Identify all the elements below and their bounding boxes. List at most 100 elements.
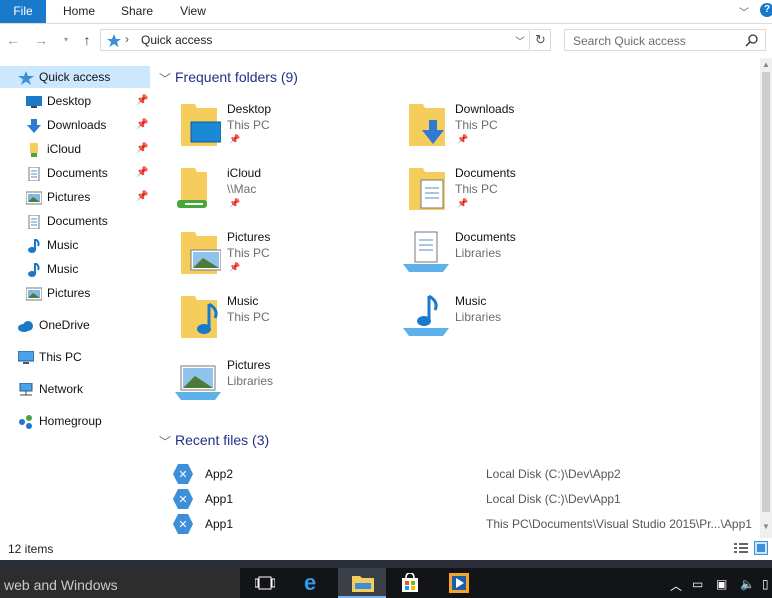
ribbon-expand-chevron-icon[interactable]: ﹀ (739, 4, 749, 19)
library-tile-music[interactable]: Music Libraries (403, 294, 623, 356)
sidebar-item-downloads[interactable]: Downloads 📌 (0, 114, 150, 136)
volume-icon[interactable]: 🔈 (740, 577, 755, 591)
downloads-folder-icon (409, 104, 445, 146)
sidebar-item-homegroup[interactable]: Homegroup (0, 410, 150, 432)
network-status-icon[interactable]: ▣ (716, 577, 727, 591)
folder-tile-pictures[interactable]: Pictures This PC 📌 (175, 230, 395, 292)
pictures-library-icon (175, 365, 221, 400)
sidebar-item-label: Documents (47, 214, 108, 228)
forward-arrow-icon[interactable]: → (33, 31, 49, 49)
recent-file-row[interactable]: ✕ App2 Local Disk (C:)\Dev\App2 (170, 463, 760, 487)
sidebar-item-pictures[interactable]: Pictures 📌 (0, 186, 150, 208)
tab-view[interactable]: View (170, 0, 216, 23)
breadcrumb-location: Quick access (141, 33, 213, 47)
frequent-folders-header[interactable]: Frequent folders (9) (175, 69, 298, 85)
sidebar-item-network[interactable]: Network (0, 378, 150, 400)
item-count: 12 items (8, 542, 54, 556)
folder-location: This PC (455, 182, 498, 196)
address-dropdown-chevron-icon[interactable]: ﹀ (515, 33, 525, 48)
sidebar-item-label: This PC (39, 350, 82, 364)
recent-file-path: Local Disk (C:)\Dev\App1 (486, 492, 621, 506)
show-hidden-icons-chevron-icon[interactable]: ︿ (670, 577, 682, 594)
pin-icon: 📌 (229, 262, 241, 272)
media-player-icon[interactable] (434, 568, 482, 598)
sidebar-item-label: iCloud (47, 142, 82, 156)
recent-file-path: This PC\Documents\Visual Studio 2015\Pr.… (486, 517, 752, 531)
folder-location: This PC (227, 310, 270, 324)
folder-tile-downloads[interactable]: Downloads This PC 📌 (403, 102, 623, 164)
sidebar-item-this-pc[interactable]: This PC (0, 346, 150, 368)
scroll-down-arrow-icon[interactable]: ▼ (762, 522, 770, 531)
edge-browser-icon[interactable]: e (290, 568, 338, 598)
sidebar-item-onedrive[interactable]: OneDrive (0, 314, 150, 336)
tab-home[interactable]: Home (54, 0, 104, 23)
taskbar-top-edge (0, 560, 772, 568)
recent-file-name: App1 (205, 492, 234, 506)
sidebar-item-label: OneDrive (39, 318, 90, 332)
folder-location: Libraries (227, 374, 274, 388)
library-tile-documents[interactable]: Documents Libraries (403, 230, 623, 292)
documents-library-icon (403, 231, 449, 272)
sidebar-item-label: Pictures (47, 286, 91, 300)
svg-text:✕: ✕ (178, 469, 187, 481)
cortana-search-box[interactable]: web and Windows (0, 568, 240, 598)
svg-text:✕: ✕ (178, 494, 187, 506)
scroll-thumb[interactable] (762, 72, 770, 512)
folder-location: This PC (227, 246, 270, 260)
folder-tile-music[interactable]: Music This PC (175, 294, 395, 356)
task-view-icon[interactable] (240, 568, 288, 598)
scroll-up-arrow-icon[interactable]: ▲ (762, 60, 770, 69)
folder-name: Desktop (227, 102, 272, 116)
sidebar-item-music[interactable]: Music (0, 234, 150, 256)
action-center-icon[interactable]: ▯ (762, 577, 769, 591)
sidebar-item-documents[interactable]: Documents 📌 (0, 162, 150, 184)
pin-icon: 📌 (136, 167, 149, 178)
folder-tile-icloud[interactable]: iCloud \\Mac 📌 (175, 166, 395, 228)
sidebar-item-label: Homegroup (39, 414, 102, 428)
folder-location: \\Mac (227, 182, 257, 196)
back-arrow-icon[interactable]: ← (5, 31, 21, 49)
folder-name: Documents (455, 230, 516, 244)
battery-icon[interactable]: ▭ (692, 577, 703, 591)
refresh-icon[interactable]: ↻ (531, 29, 551, 51)
details-view-icon[interactable] (734, 542, 748, 554)
collapse-chevron-icon[interactable]: ﹀ (159, 433, 171, 450)
pin-icon: 📌 (136, 95, 149, 106)
sidebar-item-label: Documents (47, 166, 108, 180)
pictures-folder-icon (181, 232, 221, 274)
sidebar-item-quick-access[interactable]: Quick access (0, 66, 150, 88)
sidebar-item-documents-library[interactable]: Documents (0, 210, 150, 232)
navigation-pane: Quick access Desktop 📌 Downloads 📌 iClou… (0, 58, 150, 538)
tab-share[interactable]: Share (113, 0, 161, 23)
star-icon (18, 70, 34, 85)
sidebar-item-music-library[interactable]: Music (0, 258, 150, 280)
recent-files-header[interactable]: Recent files (3) (175, 432, 269, 448)
file-explorer-taskbar-icon[interactable] (338, 568, 386, 598)
pin-icon: 📌 (136, 143, 149, 154)
folder-tile-desktop[interactable]: Desktop This PC 📌 (175, 102, 395, 164)
pin-icon: 📌 (229, 198, 241, 208)
music-library-icon (403, 294, 449, 336)
tab-file[interactable]: File (0, 0, 46, 23)
recent-file-row[interactable]: ✕ App1 This PC\Documents\Visual Studio 2… (170, 513, 760, 537)
large-icons-view-icon[interactable] (754, 541, 768, 555)
sidebar-item-pictures-library[interactable]: Pictures (0, 282, 150, 304)
address-bar[interactable]: › Quick access ﹀ (100, 29, 530, 51)
xamarin-app-icon: ✕ (173, 489, 193, 509)
sidebar-item-desktop[interactable]: Desktop 📌 (0, 90, 150, 112)
recent-locations-chevron-icon[interactable]: ▾ (58, 31, 74, 49)
help-icon[interactable]: ? (760, 3, 772, 17)
collapse-chevron-icon[interactable]: ﹀ (159, 70, 171, 87)
up-arrow-icon[interactable]: ↑ (79, 31, 95, 49)
folder-location: Libraries (455, 246, 502, 260)
navigation-bar: ← → ▾ ↑ › Quick access ﹀ ↻ Search Quick … (0, 25, 772, 56)
search-input[interactable]: Search Quick access (564, 29, 766, 51)
store-icon[interactable] (386, 568, 434, 598)
recent-file-row[interactable]: ✕ App1 Local Disk (C:)\Dev\App1 (170, 488, 760, 512)
vertical-scrollbar[interactable]: ▲ ▼ (760, 58, 772, 538)
sidebar-item-icloud[interactable]: iCloud 📌 (0, 138, 150, 160)
library-tile-pictures[interactable]: Pictures Libraries (175, 358, 395, 420)
pin-icon: 📌 (457, 198, 469, 208)
documents-icon (26, 214, 42, 230)
folder-tile-documents[interactable]: Documents This PC 📌 (403, 166, 623, 228)
